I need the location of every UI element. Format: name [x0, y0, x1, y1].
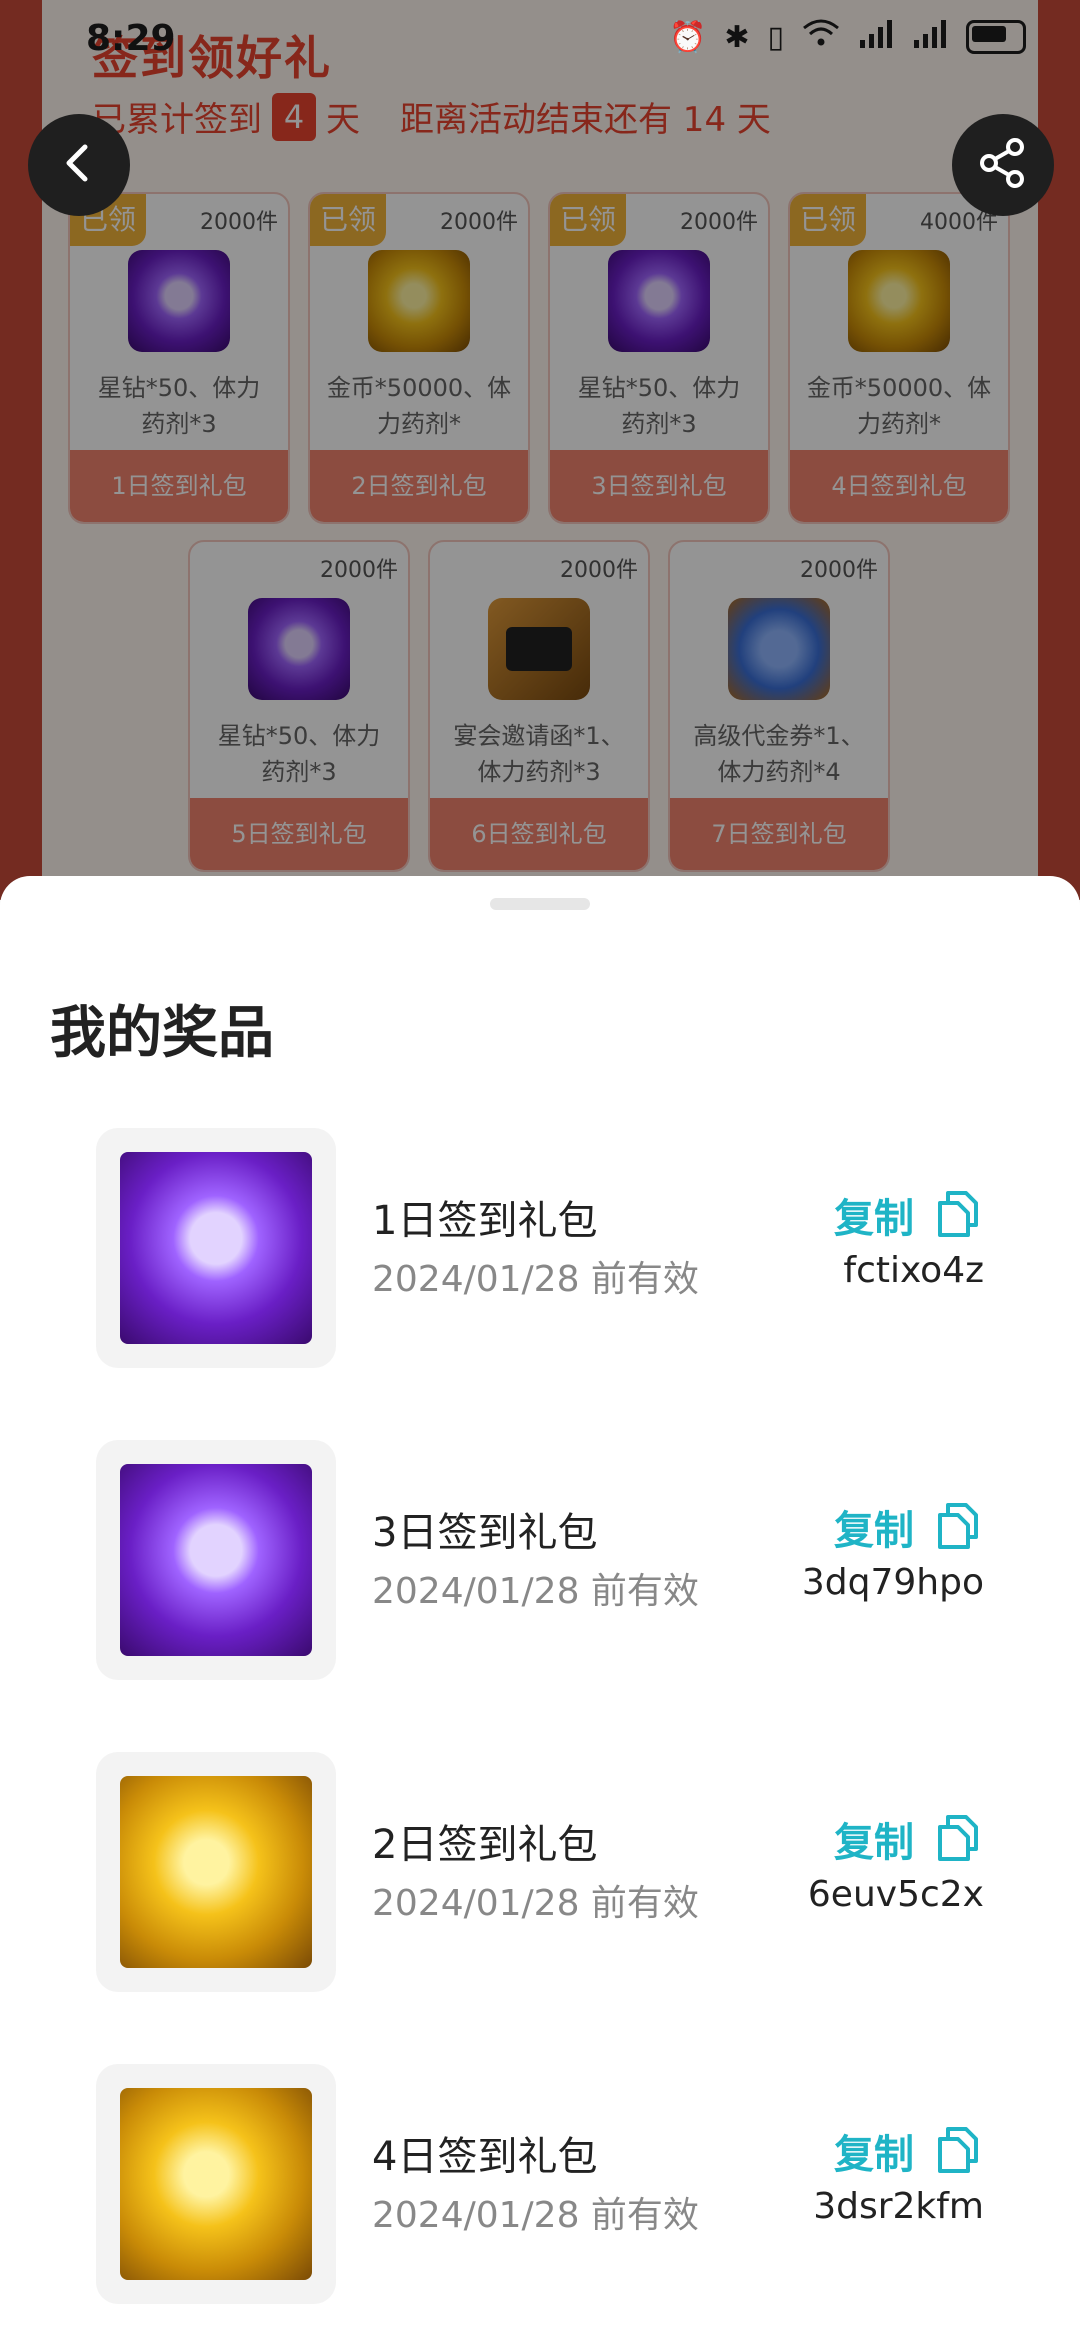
copy-label: 复制	[834, 1508, 914, 1554]
redeem-code: 6euv5c2x	[807, 1874, 984, 1915]
prize-item: 1日签到礼包 2024/01/28 前有效 复制 fctixo4z	[96, 1128, 984, 1368]
wifi-icon	[802, 18, 840, 56]
status-time: 8:29	[86, 18, 176, 59]
star-diamond-icon	[120, 1152, 312, 1344]
modal-overlay[interactable]	[0, 0, 1080, 900]
chevron-left-icon	[57, 141, 101, 189]
copy-label: 复制	[834, 2132, 914, 2178]
prize-item: 4日签到礼包 2024/01/28 前有效 复制 3dsr2kfm	[96, 2064, 984, 2304]
battery-icon	[966, 20, 1026, 54]
gold-coin-icon	[120, 1776, 312, 1968]
signal-icon	[858, 18, 894, 56]
share-icon	[975, 135, 1031, 195]
share-button[interactable]	[952, 114, 1054, 216]
sheet-title: 我的奖品	[50, 1001, 274, 1066]
prize-name: 2日签到礼包	[372, 1822, 598, 1868]
copy-code-button[interactable]: 复制	[834, 1186, 980, 1244]
prize-name: 3日签到礼包	[372, 1510, 598, 1556]
prize-validity: 2024/01/28 前有效	[372, 1883, 699, 1924]
drag-handle[interactable]	[490, 898, 590, 910]
alarm-icon: ⏰	[668, 19, 707, 55]
copy-code-button[interactable]: 复制	[834, 1810, 980, 1868]
prize-name: 1日签到礼包	[372, 1198, 598, 1244]
copy-code-button[interactable]: 复制	[834, 2122, 980, 2180]
copy-icon	[936, 1189, 980, 1241]
prize-name: 4日签到礼包	[372, 2134, 598, 2180]
prize-thumbnail	[96, 1752, 336, 1992]
prize-validity: 2024/01/28 前有效	[372, 1259, 699, 1300]
status-icons: ⏰ ✱ ▯	[669, 18, 1026, 56]
redeem-code: 3dsr2kfm	[813, 2186, 984, 2227]
prize-thumbnail	[96, 1440, 336, 1680]
prize-thumbnail	[96, 2064, 336, 2304]
copy-icon	[936, 1813, 980, 1865]
back-button[interactable]	[28, 114, 130, 216]
copy-icon	[936, 2125, 980, 2177]
prize-item: 3日签到礼包 2024/01/28 前有效 复制 3dq79hpo	[96, 1440, 984, 1680]
my-prizes-sheet: 我的奖品 1日签到礼包 2024/01/28 前有效 复制 fctixo4z 3…	[0, 876, 1080, 2340]
bluetooth-icon: ✱	[724, 19, 750, 55]
redeem-code: 3dq79hpo	[801, 1562, 984, 1603]
status-bar: 8:29 ⏰ ✱ ▯	[0, 0, 1080, 80]
redeem-code: fctixo4z	[843, 1250, 984, 1291]
prize-validity: 2024/01/28 前有效	[372, 1571, 699, 1612]
signal-icon	[912, 18, 948, 56]
copy-label: 复制	[834, 1196, 914, 1242]
star-diamond-icon	[120, 1464, 312, 1656]
prize-validity: 2024/01/28 前有效	[372, 2195, 699, 2236]
copy-label: 复制	[834, 1820, 914, 1866]
vibrate-icon: ▯	[767, 19, 784, 55]
copy-icon	[936, 1501, 980, 1553]
copy-code-button[interactable]: 复制	[834, 1498, 980, 1556]
prize-thumbnail	[96, 1128, 336, 1368]
gold-coin-icon	[120, 2088, 312, 2280]
prize-item: 2日签到礼包 2024/01/28 前有效 复制 6euv5c2x	[96, 1752, 984, 1992]
